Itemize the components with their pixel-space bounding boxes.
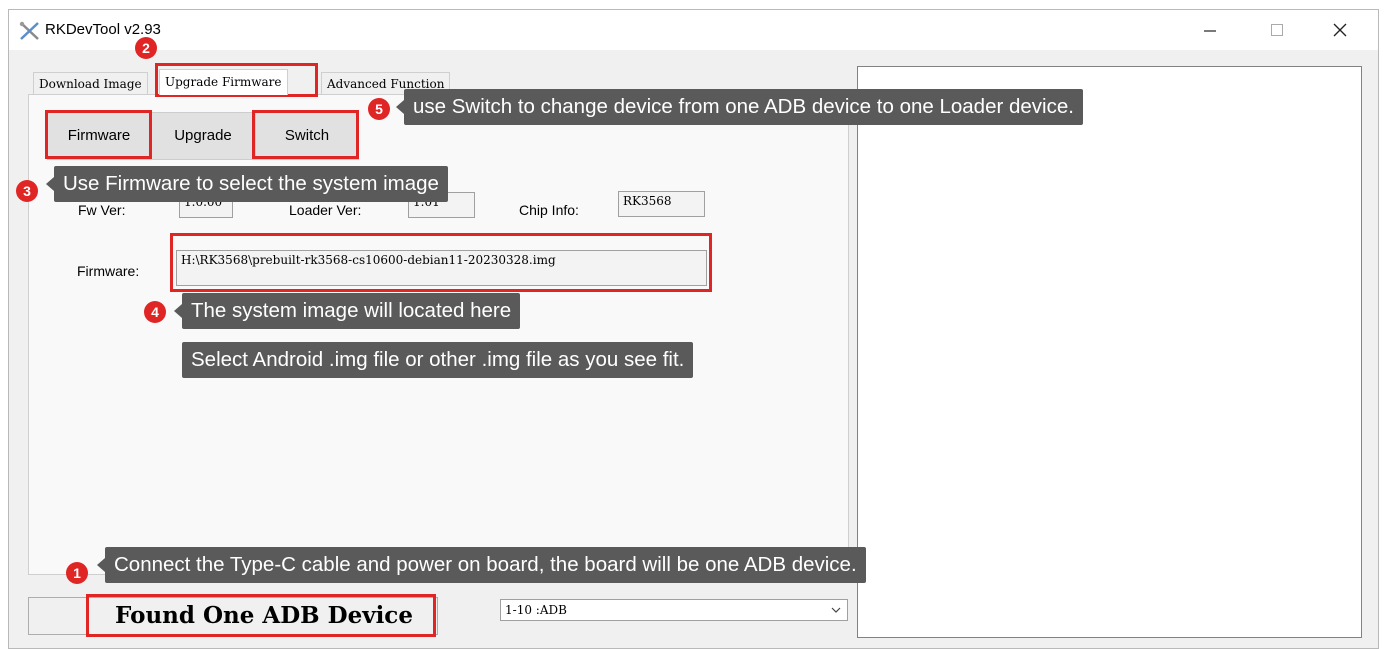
callout-step-1: Connect the Type-C cable and power on bo… bbox=[97, 547, 866, 583]
tab-upgrade-firmware[interactable]: Upgrade Firmware bbox=[159, 69, 288, 95]
chip-info-label: Chip Info: bbox=[519, 202, 579, 218]
highlight-status-message bbox=[86, 594, 436, 637]
maximize-icon bbox=[1271, 24, 1283, 36]
upgrade-button[interactable]: Upgrade bbox=[151, 112, 255, 160]
callout-step-5: use Switch to change device from one ADB… bbox=[396, 89, 1083, 125]
app-icon bbox=[19, 21, 39, 40]
chip-info-field: RK3568 bbox=[618, 191, 705, 217]
fw-ver-label: Fw Ver: bbox=[78, 202, 126, 218]
callout-step-3: Use Firmware to select the system image bbox=[46, 166, 448, 202]
title-bar[interactable]: RKDevTool v2.93 bbox=[9, 10, 1378, 50]
step-badge-5: 5 bbox=[368, 98, 390, 120]
step-badge-1: 1 bbox=[66, 562, 88, 584]
callout-step-4: The system image will located here bbox=[173, 293, 521, 329]
highlight-firmware-button bbox=[45, 110, 152, 159]
log-output-panel[interactable] bbox=[857, 66, 1362, 638]
device-select-value: 1-10 :ADB bbox=[505, 603, 567, 617]
chevron-down-icon bbox=[831, 607, 841, 613]
window-title: RKDevTool v2.93 bbox=[45, 21, 161, 38]
close-button[interactable] bbox=[1312, 14, 1368, 46]
loader-ver-label: Loader Ver: bbox=[289, 202, 362, 218]
minimize-icon bbox=[1204, 30, 1216, 32]
close-icon bbox=[1333, 23, 1347, 37]
step-badge-3: 3 bbox=[16, 180, 38, 202]
minimize-button[interactable] bbox=[1182, 14, 1238, 46]
highlight-firmware-path bbox=[170, 233, 712, 292]
device-select[interactable]: 1-10 :ADB bbox=[500, 599, 848, 621]
step-badge-2: 2 bbox=[135, 37, 157, 59]
maximize-button[interactable] bbox=[1249, 14, 1305, 46]
highlight-switch-button bbox=[252, 110, 359, 159]
tab-download-image[interactable]: Download Image bbox=[33, 72, 148, 94]
firmware-label: Firmware: bbox=[77, 263, 140, 279]
step-badge-4: 4 bbox=[144, 301, 166, 323]
callout-step-4-detail: Select Android .img file or other .img f… bbox=[182, 342, 694, 378]
